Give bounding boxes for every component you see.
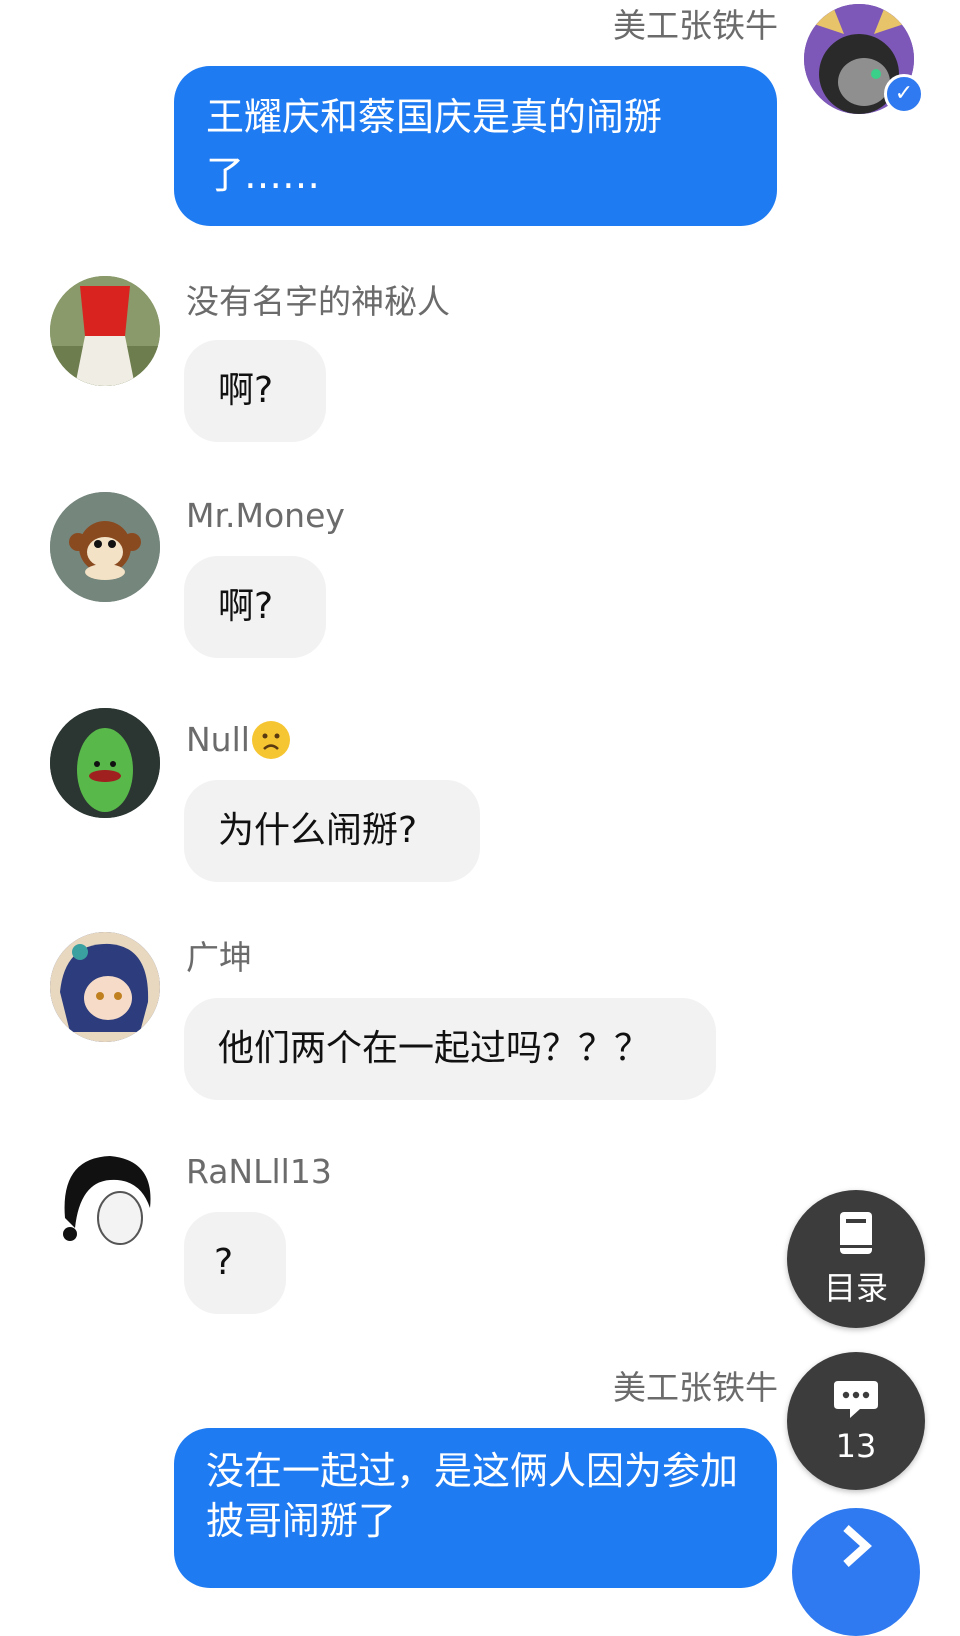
avatar-bucket-head-icon [50,276,160,386]
sender-name: RaNLll13 [186,1152,332,1191]
verified-badge-icon: ✓ [884,74,924,114]
avatar[interactable] [50,932,160,1042]
arrow-icon [843,1525,872,1567]
avatar-monkey-icon [50,492,160,602]
comments-button[interactable]: 13 [787,1352,925,1490]
outgoing-message-bubble[interactable]: 没在一起过，是这俩人因为参加披哥闹掰了 [174,1428,777,1588]
sender-name: Mr.Money [186,496,345,535]
toc-button[interactable]: 目录 [787,1190,925,1328]
avatar-manga-sketch-icon [50,1148,160,1258]
avatar[interactable] [50,1148,160,1258]
avatar[interactable] [50,708,160,818]
comment-count: 13 [835,1427,877,1465]
message-text: 没在一起过，是这俩人因为参加披哥闹掰了 [206,1449,739,1543]
outgoing-message-bubble[interactable]: 王耀庆和蔡国庆是真的闹掰了…… [174,66,777,226]
sender-name: 美工张铁牛 [613,1368,778,1407]
message-text: 他们两个在一起过吗？？？ [218,1028,651,1069]
message-text: 为什么闹掰? [218,810,418,851]
incoming-message-bubble[interactable]: ? [184,1212,286,1314]
chat-bubble-icon [834,1381,878,1418]
sender-name: 没有名字的神秘人 [186,282,450,321]
incoming-message-bubble[interactable]: 啊? [184,556,326,658]
share-button[interactable] [792,1508,920,1636]
sad-face-emoji-icon [251,721,290,759]
incoming-message-bubble[interactable]: 为什么闹掰? [184,780,480,882]
message-text: 王耀庆和蔡国庆是真的闹掰了…… [206,95,663,197]
avatar[interactable] [50,492,160,602]
sender-name: 广坤 [186,938,252,977]
sender-name-text: Null [186,720,250,759]
sender-name: Null [186,720,290,760]
message-text: ? [214,1242,234,1283]
toc-label: 目录 [823,1269,888,1307]
book-icon [840,1212,872,1254]
avatar[interactable] [50,276,160,386]
avatar-anime-character-icon [50,932,160,1042]
message-text: 啊? [218,586,274,627]
sender-name: 美工张铁牛 [613,6,778,45]
incoming-message-bubble[interactable]: 他们两个在一起过吗？？？ [184,998,716,1100]
message-text: 啊? [218,370,274,411]
avatar-green-creature-icon [50,708,160,818]
incoming-message-bubble[interactable]: 啊? [184,340,326,442]
